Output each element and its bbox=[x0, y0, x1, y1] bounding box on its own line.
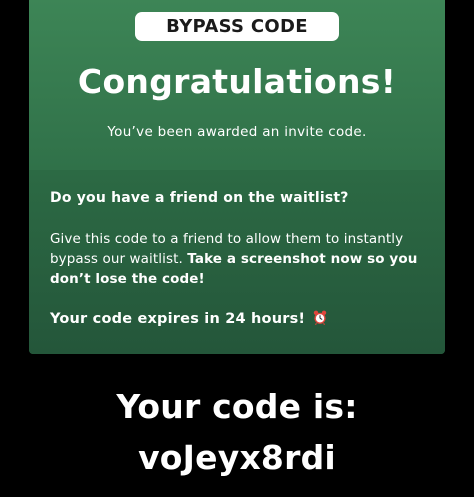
bypass-code-badge: BYPASS CODE bbox=[135, 12, 339, 41]
alarm-clock-icon bbox=[313, 310, 327, 326]
instructions-text: Give this code to a friend to allow them… bbox=[50, 229, 430, 289]
waitlist-question: Do you have a friend on the waitlist? bbox=[50, 190, 349, 206]
badge-label: BYPASS CODE bbox=[166, 16, 308, 37]
congratulations-title: Congratulations! bbox=[77, 62, 397, 101]
invite-card: BYPASS CODE Congratulations! You’ve been… bbox=[29, 0, 445, 354]
invite-code-value[interactable]: voJeyx8rdi bbox=[0, 438, 474, 477]
invite-subtitle: You’ve been awarded an invite code. bbox=[107, 124, 367, 140]
expiry-text: Your code expires in 24 hours! bbox=[50, 311, 311, 327]
bypass-code-screen: BYPASS CODE Congratulations! You’ve been… bbox=[0, 0, 474, 497]
info-panel: Do you have a friend on the waitlist? Gi… bbox=[29, 170, 445, 354]
code-label: Your code is: bbox=[116, 387, 358, 426]
expiry-notice: Your code expires in 24 hours! bbox=[50, 310, 440, 327]
